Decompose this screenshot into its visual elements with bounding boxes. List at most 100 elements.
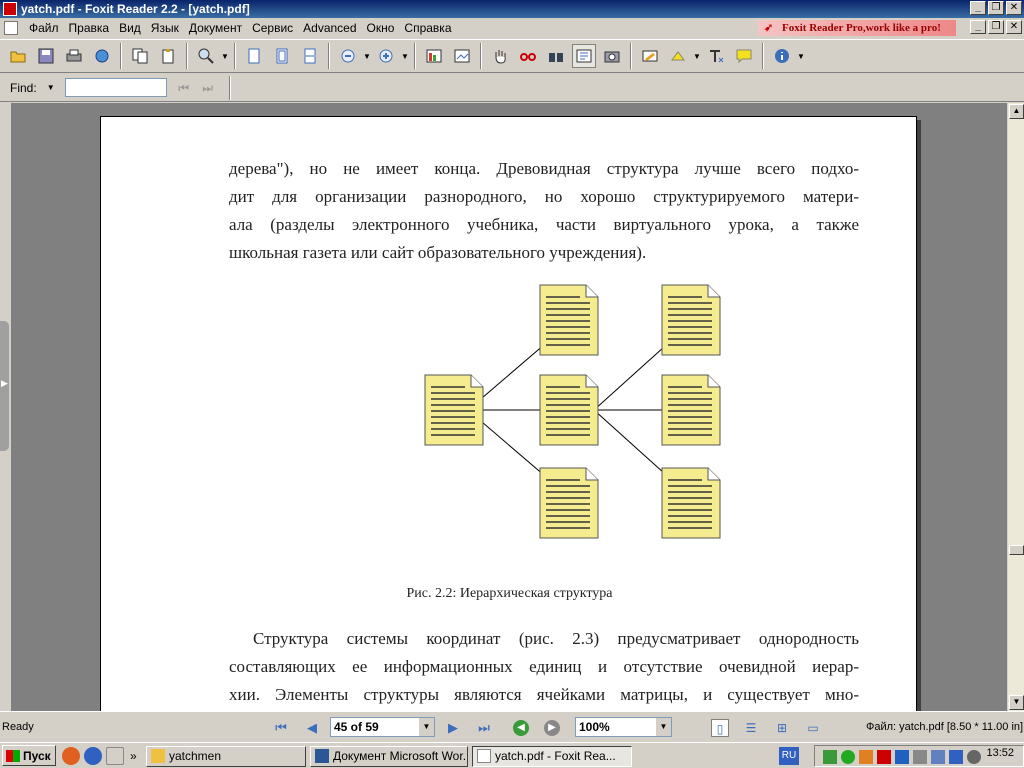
start-button[interactable]: Пуск [2,745,56,766]
tray-volume-icon[interactable] [913,750,927,764]
scrollbar-thumb[interactable] [1009,545,1024,555]
document-viewport[interactable]: ▶ дерева"), но не имеет конца. Древовидн… [0,103,1024,720]
zoom-out-dropdown-icon[interactable]: ▼ [362,44,372,68]
clock: 13:52 [986,747,1014,759]
panel-toggle-handle[interactable]: ▶ [0,321,9,451]
typewriter-text-icon[interactable] [704,44,728,68]
language-indicator[interactable]: RU [779,747,799,765]
go-forward-icon[interactable]: ▶ [544,720,560,736]
tray-app-icon[interactable] [823,750,837,764]
firefox-icon[interactable] [62,746,80,765]
zoom-in-icon[interactable] [374,44,398,68]
foxit-app-icon[interactable] [3,2,17,16]
zoom-level-field[interactable]: 100% ▼ [575,717,672,737]
copy-page-icon[interactable] [128,44,152,68]
page-dropdown-icon[interactable]: ▼ [419,718,434,736]
single-page-view-icon[interactable]: ▯ [711,719,729,737]
zoom-level-dropdown-icon[interactable]: ▼ [656,718,671,736]
menu-tools[interactable]: Сервис [247,19,298,37]
save-icon[interactable] [34,44,58,68]
next-page-icon[interactable]: ▶ [443,718,463,738]
text-line: Структура системы координат (рис. 2.3) п… [253,629,859,648]
tray-misc-icon[interactable] [967,750,981,764]
task-foxit-reader[interactable]: yatch.pdf - Foxit Rea... [472,746,632,767]
doc-restore-button[interactable]: ❐ [988,20,1004,34]
text-line: ала (разделы электронного учебника, част… [229,215,859,234]
app-launcher-icon[interactable] [106,746,124,765]
snapshot-glasses-icon[interactable] [516,44,540,68]
tray-bluetooth-icon[interactable] [949,750,963,764]
restore-button[interactable]: ❐ [988,1,1004,15]
task-word-document[interactable]: Документ Microsoft Wor... [310,746,468,767]
sticky-note-icon[interactable] [732,44,756,68]
menu-language[interactable]: Язык [146,19,184,37]
window-title: yatch.pdf - Foxit Reader 2.2 - [yatch.pd… [21,2,250,16]
tray-connection-icon[interactable] [895,750,909,764]
menu-file[interactable]: Файл [24,19,64,37]
doc-minimize-button[interactable]: _ [970,20,986,34]
email-globe-icon[interactable] [90,44,114,68]
fit-page-icon[interactable] [270,44,294,68]
print-icon[interactable] [62,44,86,68]
camera-snapshot-icon[interactable] [600,44,624,68]
more-quick-launch-icon[interactable]: » [130,749,137,763]
find-input[interactable] [64,78,167,97]
thumbnail-panel-icon[interactable] [450,44,474,68]
highlight-dropdown-icon[interactable]: ▼ [692,44,702,68]
facing-view-icon[interactable]: ⊞ [773,719,791,737]
hierarchy-diagram [424,284,721,539]
menu-bar: Файл Правка Вид Язык Документ Сервис Adv… [0,18,1024,38]
tray-network-icon[interactable] [841,750,855,764]
doc-close-button[interactable]: ✕ [1006,20,1022,34]
info-icon[interactable] [770,44,794,68]
continuous-facing-view-icon[interactable]: ▭ [804,719,822,737]
annotation-pencil-icon[interactable] [638,44,662,68]
info-dropdown-icon[interactable]: ▼ [796,44,806,68]
bookmark-panel-icon[interactable] [422,44,446,68]
hand-tool-icon[interactable] [488,44,512,68]
last-page-icon[interactable]: ⏭ [474,718,494,738]
select-text-icon[interactable] [572,44,596,68]
continuous-view-icon[interactable]: ☰ [742,719,760,737]
task-label: yatch.pdf - Foxit Rea... [495,749,616,763]
paste-page-icon[interactable] [156,44,180,68]
tray-display-icon[interactable] [931,750,945,764]
scroll-up-arrow-icon[interactable]: ▲ [1009,104,1024,119]
toolbar-separator [328,43,330,69]
find-previous-icon[interactable]: ⏮ [173,78,195,98]
text-line: дерева"), но не имеет конца. Древовидная… [229,159,859,178]
pdf-page[interactable]: дерева"), но не имеет конца. Древовидная… [100,116,917,716]
scroll-down-arrow-icon[interactable]: ▼ [1009,695,1024,710]
find-next-icon[interactable]: ⏭ [197,78,219,98]
go-back-icon[interactable]: ◀ [513,720,529,736]
actual-size-page-icon[interactable] [242,44,266,68]
tray-update-icon[interactable] [859,750,873,764]
first-page-icon[interactable]: ⏮ [271,718,291,738]
menu-view[interactable]: Вид [114,19,146,37]
open-folder-icon[interactable] [6,44,30,68]
menu-document[interactable]: Документ [184,19,247,37]
promo-banner[interactable]: ➶ Foxit Reader Pro,work like a pro! [758,20,956,36]
menu-window[interactable]: Окно [362,19,400,37]
binoculars-find-icon[interactable] [544,44,568,68]
menu-advanced[interactable]: Advanced [298,19,361,37]
browser-icon[interactable] [84,746,102,765]
zoom-out-icon[interactable] [336,44,360,68]
zoom-in-dropdown-icon[interactable]: ▼ [400,44,410,68]
task-yatchmen[interactable]: yatchmen [146,746,306,767]
document-menu-icon[interactable] [4,21,18,35]
previous-page-icon[interactable]: ◀ [302,718,322,738]
highlight-marker-icon[interactable] [666,44,690,68]
zoom-dropdown-arrow-icon[interactable]: ▼ [220,44,230,68]
tray-antivirus-icon[interactable] [877,750,891,764]
close-button[interactable]: ✕ [1006,1,1022,15]
folder-icon [151,749,165,763]
zoom-in-magnifier-icon[interactable] [194,44,218,68]
page-number-field[interactable]: 45 of 59 ▼ [330,717,435,737]
vertical-scrollbar[interactable]: ▲ ▼ [1007,103,1024,711]
find-options-dropdown-icon[interactable]: ▼ [47,83,55,92]
minimize-button[interactable]: _ [970,1,986,15]
menu-help[interactable]: Справка [399,19,456,37]
menu-edit[interactable]: Правка [64,19,115,37]
fit-width-icon[interactable] [298,44,322,68]
